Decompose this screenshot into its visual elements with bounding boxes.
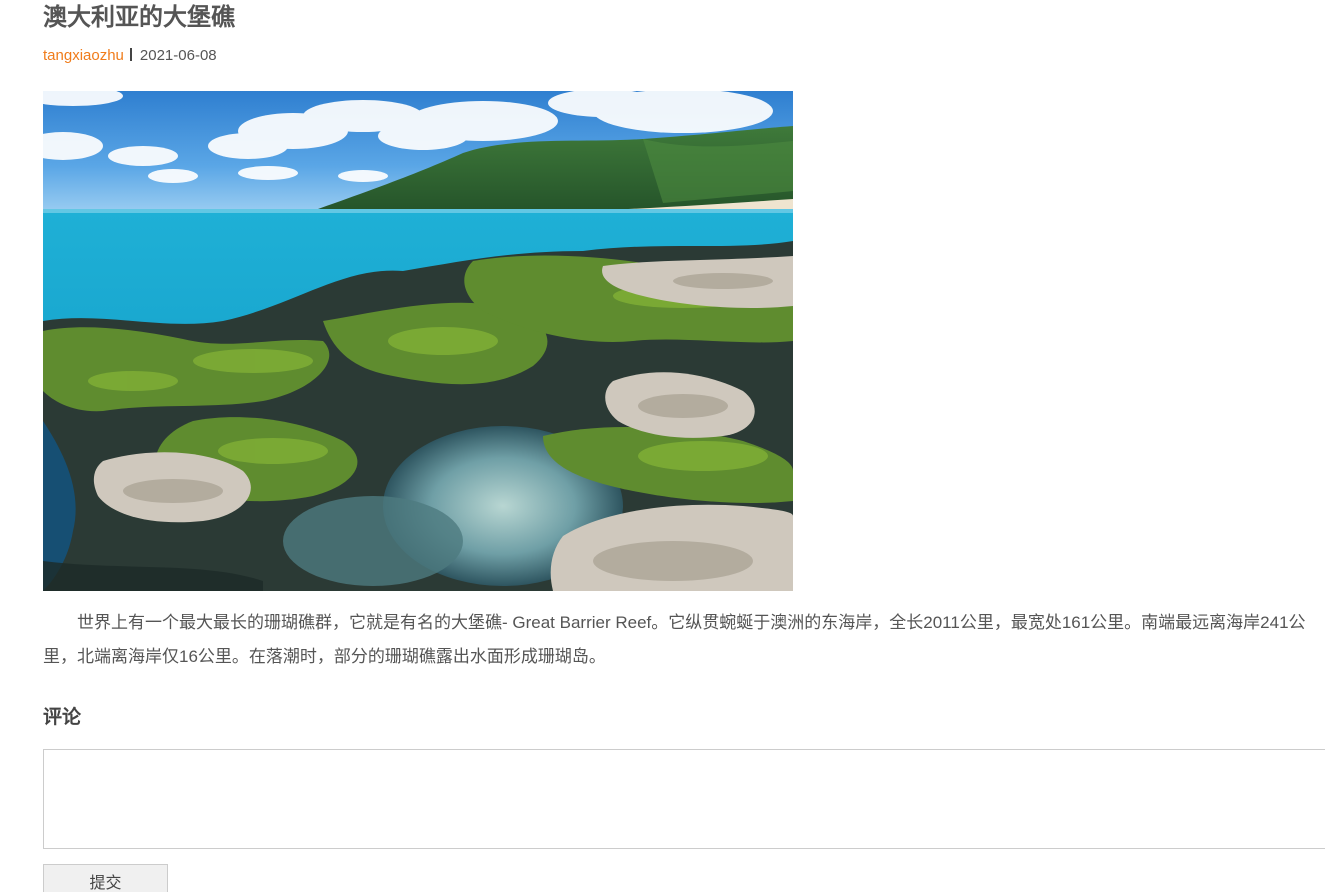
article-body: 世界上有一个最大最长的珊瑚礁群，它就是有名的大堡礁- Great Barrier…: [43, 613, 1306, 666]
comments-heading: 评论: [43, 707, 82, 728]
article-meta: tangxiaozhu 2021-06-08: [43, 46, 217, 66]
comment-input[interactable]: [43, 749, 1325, 849]
submit-button[interactable]: 提交: [43, 864, 168, 892]
article-image: [43, 91, 793, 591]
article-title: 澳大利亚的大堡礁: [43, 4, 235, 31]
author-link[interactable]: tangxiaozhu: [43, 47, 124, 64]
article-page: 澳大利亚的大堡礁 tangxiaozhu 2021-06-08 世界上有一个最大…: [0, 0, 1325, 892]
meta-divider: [129, 48, 132, 61]
publish-date: 2021-06-08: [139, 47, 217, 64]
